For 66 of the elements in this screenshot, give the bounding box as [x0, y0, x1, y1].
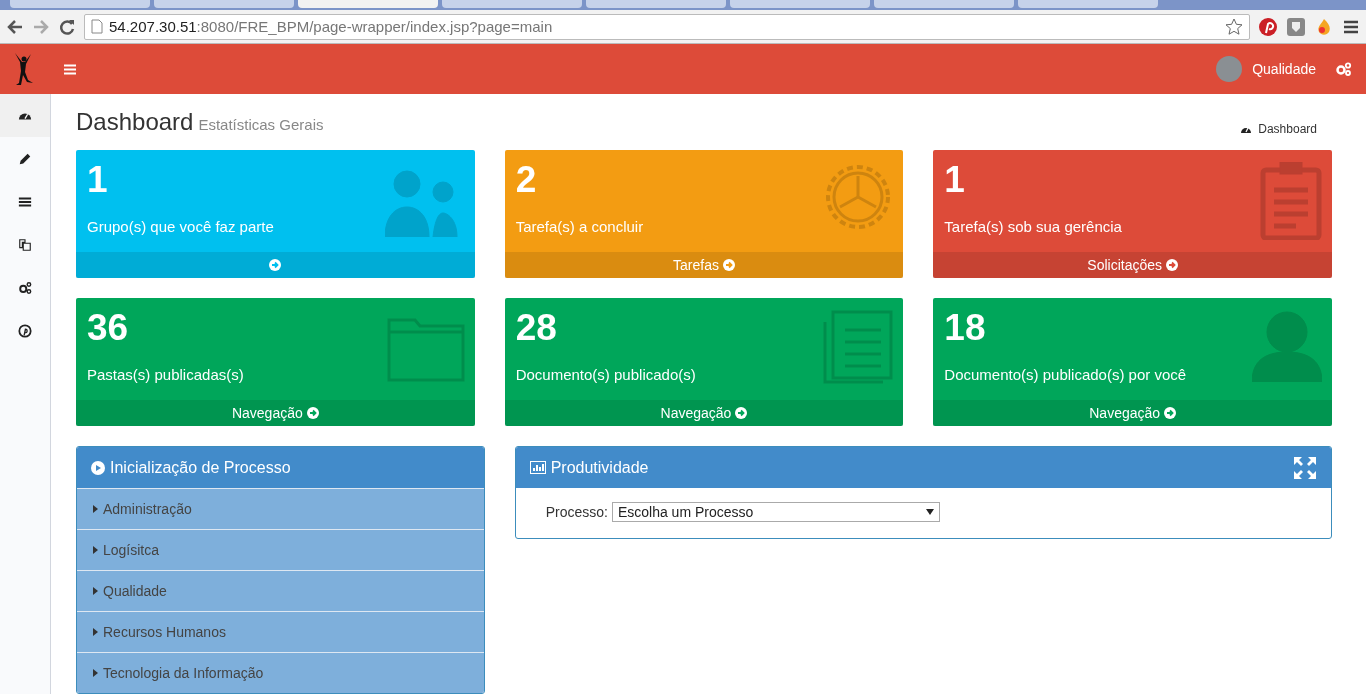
stat-label: Grupo(s) que você faz parte — [87, 218, 274, 235]
caret-icon — [93, 628, 98, 636]
accordion-item[interactable]: Logísitca — [77, 529, 484, 570]
copy-icon — [18, 237, 32, 252]
pin-icon[interactable] — [1258, 16, 1278, 37]
arrow-circle-icon — [1166, 259, 1178, 271]
dropdown-arrow-icon — [925, 509, 934, 515]
forward-arrow-icon[interactable] — [32, 17, 50, 36]
menu-icon[interactable] — [1342, 18, 1360, 35]
user-name[interactable]: Qualidade — [1252, 61, 1316, 77]
stat-label: Tarefa(s) sob sua gerência — [944, 218, 1122, 235]
stat-number: 2 — [515, 160, 537, 200]
accordion-item[interactable]: Qualidade — [77, 570, 484, 611]
star-icon[interactable] — [1225, 17, 1243, 36]
document-icon — [823, 310, 894, 384]
pin-icon — [18, 323, 32, 338]
page-title: Dashboard — [76, 108, 194, 136]
arrow-circle-icon — [735, 407, 748, 419]
clipboard-icon — [1260, 162, 1322, 240]
caret-icon — [93, 505, 98, 513]
stat-number: 1 — [87, 160, 108, 200]
gears-icon — [1336, 62, 1352, 76]
expand-button[interactable] — [1293, 455, 1317, 480]
back-arrow-icon[interactable] — [6, 17, 24, 36]
arrow-circle-icon — [306, 407, 319, 419]
page-subtitle: Estatísticas Gerais — [198, 116, 324, 133]
card-footer-link[interactable]: Navegação — [504, 400, 904, 426]
caret-icon — [93, 587, 98, 595]
field-label: Processo: — [545, 504, 608, 520]
card-footer-link[interactable]: Tarefas — [504, 252, 904, 278]
stat-number: 36 — [87, 308, 129, 348]
card-footer-link[interactable]: Solicitações — [933, 252, 1332, 278]
stat-label: Pastas(s) publicadas(s) — [87, 366, 244, 383]
arrow-circle-icon — [722, 259, 735, 271]
panel-title: Produtividade — [550, 458, 649, 477]
process-select[interactable]: Escolha um Processo — [611, 502, 940, 522]
pencil-icon — [18, 151, 32, 166]
arrow-circle-icon — [1164, 407, 1177, 419]
bar-chart-icon — [529, 461, 546, 474]
panel-title: Inicialização de Processo — [110, 458, 291, 477]
caret-icon — [93, 546, 98, 554]
reload-icon[interactable] — [58, 17, 76, 36]
expand-arrows-icon — [1293, 455, 1317, 480]
list-icon — [18, 194, 32, 209]
menu-icon — [64, 63, 76, 75]
person-icon — [1252, 310, 1322, 382]
stat-number: 18 — [944, 308, 986, 348]
accordion-item[interactable]: Administração — [77, 488, 484, 529]
page-icon — [91, 19, 103, 34]
breadcrumb-link[interactable]: Dashboard — [1240, 122, 1332, 136]
stat-label: Tarefa(s) a concluir — [515, 218, 644, 235]
stat-number: 1 — [944, 160, 965, 200]
play-circle-icon — [91, 460, 105, 475]
accordion-item[interactable]: Recursos Humanos — [77, 611, 484, 652]
address-bar[interactable]: 54.207.30.51:8080/FRE_BPM/page-wrapper/index.jsp?page=main — [84, 13, 1250, 40]
stat-number: 28 — [515, 308, 557, 348]
url-text: 54.207.30.51:8080/FRE_BPM/page-wrapper/index.jsp?page=main — [109, 18, 553, 35]
gears-icon — [18, 280, 32, 295]
stat-label: Documento(s) publicado(s) — [515, 366, 696, 383]
caret-icon — [93, 669, 98, 677]
arrow-circle-icon — [269, 259, 282, 271]
card-footer-link[interactable]: Navegação — [933, 400, 1332, 426]
extension-icon[interactable] — [1286, 16, 1306, 37]
card-footer-link[interactable]: Navegação — [76, 400, 475, 426]
stat-label: Documento(s) publicado(s) por você — [944, 366, 1187, 383]
accordion-item[interactable]: Tecnologia da Informação — [77, 652, 484, 693]
